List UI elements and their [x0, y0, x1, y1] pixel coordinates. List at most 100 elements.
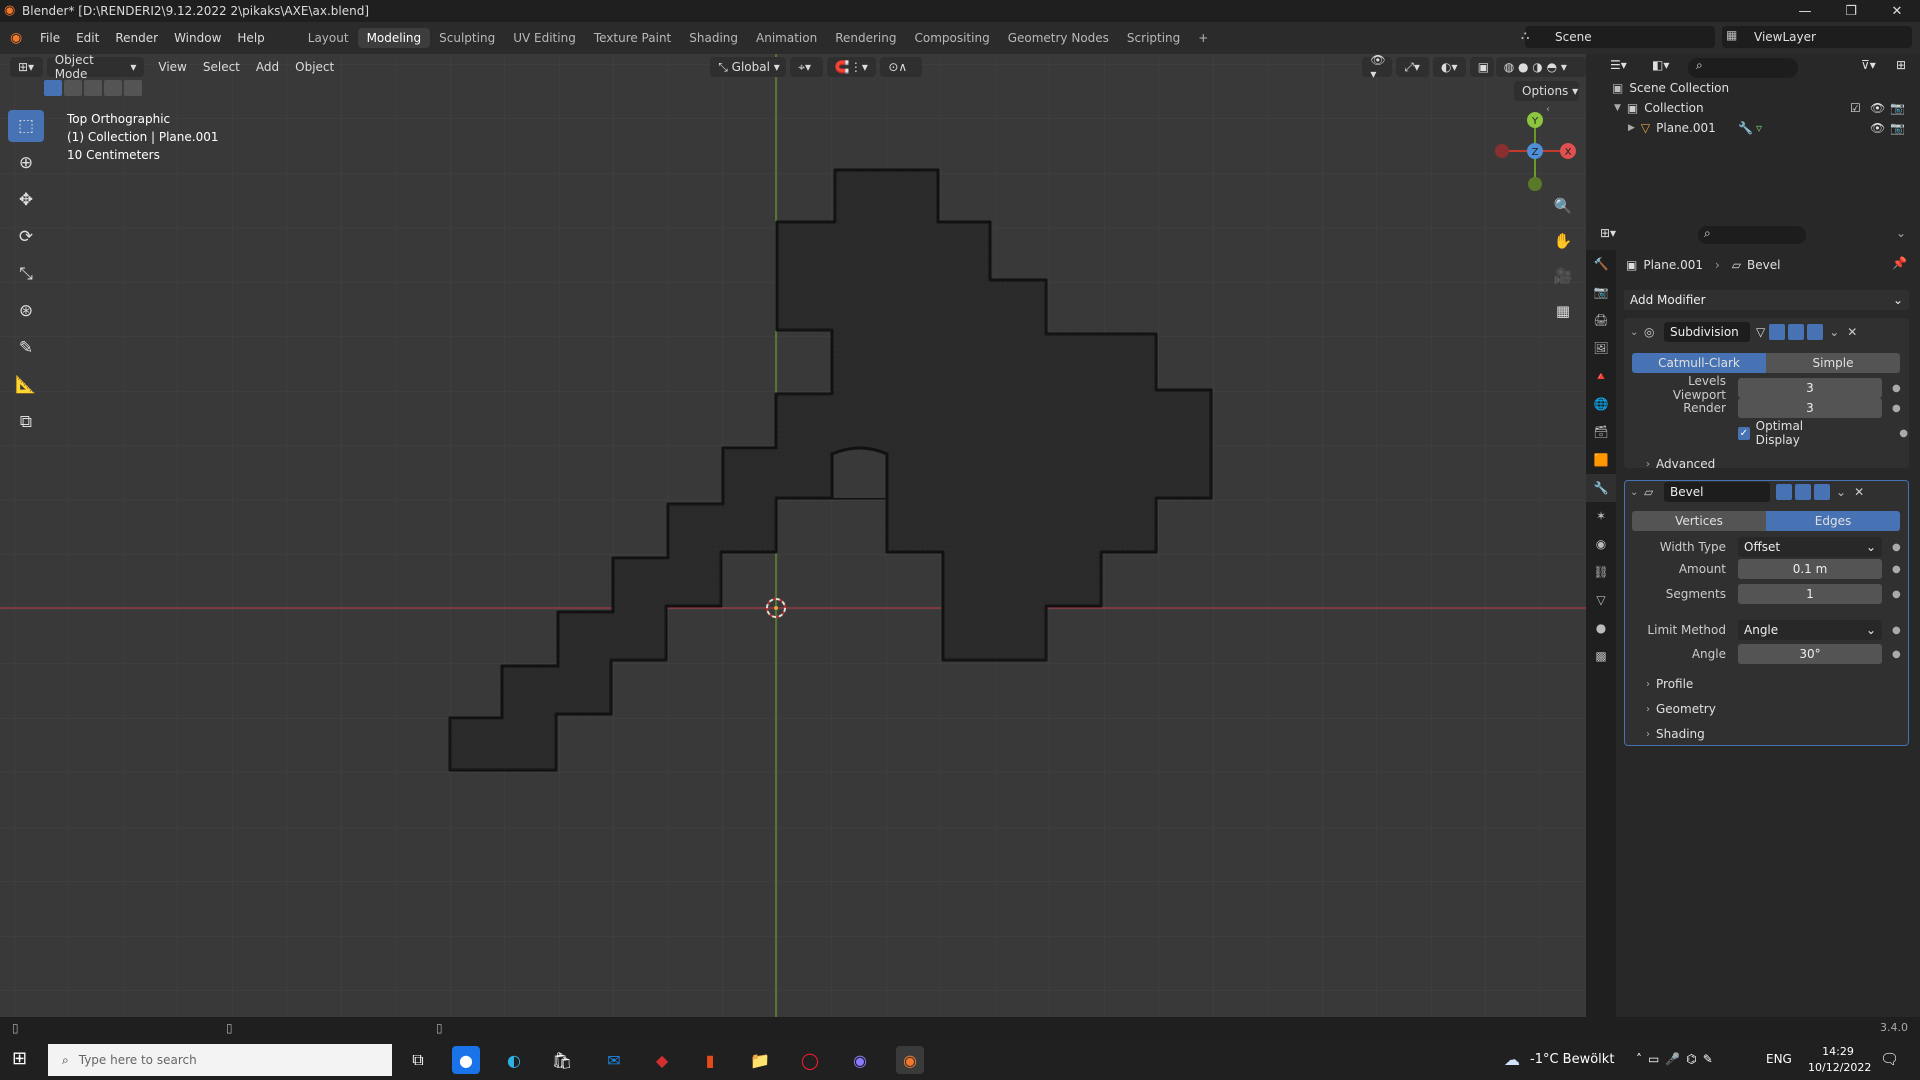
- menu-help[interactable]: Help: [229, 31, 272, 45]
- constraints-tab-icon[interactable]: ⛓: [1586, 558, 1616, 586]
- outliner-scene-collection[interactable]: ▣ Scene Collection: [1612, 78, 1729, 98]
- tab-modeling[interactable]: Modeling: [357, 28, 431, 48]
- edit-mode-toggle-icon[interactable]: [1776, 484, 1792, 500]
- outliner-search-input[interactable]: ⌕: [1688, 58, 1798, 78]
- gizmo-neg-x-axis[interactable]: [1495, 144, 1509, 158]
- add-cube-tool-icon[interactable]: ⧉: [8, 406, 44, 438]
- annotate-tool-icon[interactable]: ✎: [8, 332, 44, 364]
- edge-icon[interactable]: ◐: [500, 1046, 528, 1074]
- tab-geometry-nodes[interactable]: Geometry Nodes: [999, 28, 1118, 48]
- collapse-arrow-icon[interactable]: ▼: [1614, 103, 1621, 113]
- pin-icon[interactable]: 📌: [1892, 256, 1907, 270]
- outliner-object-row[interactable]: ▶ ▽ Plane.001 🔧 ▿ 👁 📷: [1628, 118, 1914, 138]
- limit-method-dropdown[interactable]: Angle ⌄: [1738, 620, 1882, 640]
- properties-options-icon[interactable]: ⌄: [1896, 226, 1906, 240]
- render-camera-icon[interactable]: 📷: [1890, 101, 1905, 115]
- keyframe-dot-icon[interactable]: ●: [1899, 428, 1908, 439]
- expand-arrow-icon[interactable]: ▶: [1628, 123, 1635, 133]
- tab-texture-paint[interactable]: Texture Paint: [585, 28, 680, 48]
- remove-modifier-icon[interactable]: ✕: [1847, 325, 1857, 339]
- tab-sculpting[interactable]: Sculpting: [430, 28, 504, 48]
- options-dropdown[interactable]: Options ▾: [1514, 81, 1579, 101]
- scale-tool-icon[interactable]: ⤡: [8, 258, 44, 290]
- menu-edit[interactable]: Edit: [68, 31, 107, 45]
- physics-tab-icon[interactable]: ◉: [1586, 530, 1616, 558]
- menu-window[interactable]: Window: [166, 31, 229, 45]
- office-icon[interactable]: ▮: [696, 1046, 724, 1074]
- texture-tab-icon[interactable]: ▩: [1586, 642, 1616, 670]
- display-mode-icon[interactable]: ◧▾: [1652, 58, 1680, 78]
- transform-orientation-dropdown[interactable]: ⤡ Global ▾: [710, 57, 787, 77]
- object-tab-icon[interactable]: 🟧: [1586, 446, 1616, 474]
- gizmo-toggle[interactable]: ⤢▾: [1396, 57, 1430, 77]
- pan-hand-icon[interactable]: ✋: [1547, 225, 1579, 257]
- gizmo-neg-y-axis[interactable]: [1528, 177, 1542, 191]
- profile-subpanel[interactable]: › Profile: [1646, 674, 1693, 694]
- task-view-icon[interactable]: ⧉: [404, 1046, 432, 1074]
- xray-toggle[interactable]: ▣: [1469, 57, 1494, 77]
- new-collection-icon[interactable]: ⊞: [1896, 58, 1916, 78]
- menu-file[interactable]: File: [32, 31, 68, 45]
- keyframe-dot-icon[interactable]: ●: [1892, 403, 1901, 414]
- viewport-menu-object[interactable]: Object: [287, 60, 342, 74]
- tab-animation[interactable]: Animation: [747, 28, 826, 48]
- add-workspace-button[interactable]: +: [1189, 28, 1217, 48]
- select-intersect-icon[interactable]: [124, 80, 142, 96]
- visibility-eye-icon[interactable]: 👁: [1870, 101, 1885, 115]
- transform-tool-icon[interactable]: ⊛: [8, 295, 44, 327]
- chrome-icon[interactable]: ●: [452, 1046, 480, 1074]
- select-extend-icon[interactable]: [64, 80, 82, 96]
- cursor-tool-icon[interactable]: ⊕: [8, 147, 44, 179]
- geometry-subpanel[interactable]: › Geometry: [1646, 699, 1716, 719]
- modifier-menu-icon[interactable]: ⌄: [1836, 485, 1846, 499]
- select-subtract-icon[interactable]: [84, 80, 102, 96]
- material-tab-icon[interactable]: ●: [1586, 614, 1616, 642]
- particles-tab-icon[interactable]: ✶: [1586, 502, 1616, 530]
- camera-view-icon[interactable]: 🎥: [1547, 260, 1579, 292]
- data-tab-icon[interactable]: ▽: [1586, 586, 1616, 614]
- modifier-wrench-icon[interactable]: 🔧: [1738, 121, 1753, 135]
- render-tab-icon[interactable]: 📷: [1586, 278, 1616, 306]
- blender-taskbar-icon[interactable]: ◉: [896, 1046, 924, 1074]
- render-levels-field[interactable]: 3: [1738, 398, 1882, 418]
- add-modifier-dropdown[interactable]: Add Modifier ⌄: [1624, 290, 1909, 310]
- mode-selector[interactable]: Object Mode ▾: [46, 53, 145, 81]
- simple-button[interactable]: Simple: [1766, 353, 1900, 373]
- tab-rendering[interactable]: Rendering: [826, 28, 905, 48]
- mesh-data-icon[interactable]: ▿: [1756, 121, 1762, 135]
- modifier-tab-icon[interactable]: 🔧: [1586, 474, 1616, 502]
- view-layer-tab-icon[interactable]: 🖼: [1586, 334, 1616, 362]
- subdivision-collapse-icon[interactable]: ⌄: [1630, 327, 1644, 338]
- optimal-display-checkbox[interactable]: ✓: [1738, 426, 1750, 440]
- bevel-name-field[interactable]: Bevel: [1664, 482, 1770, 502]
- filter-icon[interactable]: ⊽▾: [1861, 58, 1895, 78]
- measure-tool-icon[interactable]: 📐: [8, 369, 44, 401]
- proportional-editing-toggle[interactable]: ⊙∧: [880, 57, 923, 77]
- file-explorer-icon[interactable]: 📁: [746, 1046, 774, 1074]
- tab-uv-editing[interactable]: UV Editing: [504, 28, 585, 48]
- width-type-dropdown[interactable]: Offset ⌄: [1738, 537, 1882, 557]
- edit-mode-cage-icon[interactable]: ▽: [1756, 325, 1765, 339]
- select-new-icon[interactable]: [44, 80, 62, 96]
- taskbar-search-input[interactable]: ⌕ Type here to search: [48, 1044, 392, 1076]
- remove-modifier-icon[interactable]: ✕: [1854, 485, 1864, 499]
- 3d-viewport[interactable]: [0, 54, 1586, 1017]
- exclude-checkbox-icon[interactable]: ☑: [1850, 101, 1861, 115]
- render-toggle-icon[interactable]: [1807, 324, 1824, 340]
- editor-type-button[interactable]: ⊞▾: [10, 57, 43, 77]
- visibility-filter-button[interactable]: 👁▾: [1362, 53, 1393, 81]
- shading-mode-buttons[interactable]: ◍ ● ◑ ◓ ▾: [1495, 57, 1586, 77]
- language-indicator[interactable]: ENG: [1766, 1052, 1792, 1066]
- outliner-collection-row[interactable]: ▼ ▣ Collection ☑ 👁 📷: [1614, 98, 1914, 118]
- view-layer-selector[interactable]: ▦ ViewLayer: [1722, 26, 1912, 48]
- menu-render[interactable]: Render: [107, 31, 166, 45]
- zoom-icon[interactable]: 🔍: [1547, 190, 1579, 222]
- edit-mode-toggle-icon[interactable]: [1769, 324, 1786, 340]
- tab-scripting[interactable]: Scripting: [1118, 28, 1189, 48]
- viewport-canvas[interactable]: [0, 54, 1586, 1017]
- angle-field[interactable]: 30°: [1738, 644, 1882, 664]
- keyframe-dot-icon[interactable]: ●: [1892, 564, 1901, 575]
- world-tab-icon[interactable]: 🌐: [1586, 390, 1616, 418]
- viewport-toggle-icon[interactable]: [1795, 484, 1811, 500]
- modifier-menu-icon[interactable]: ⌄: [1829, 325, 1839, 339]
